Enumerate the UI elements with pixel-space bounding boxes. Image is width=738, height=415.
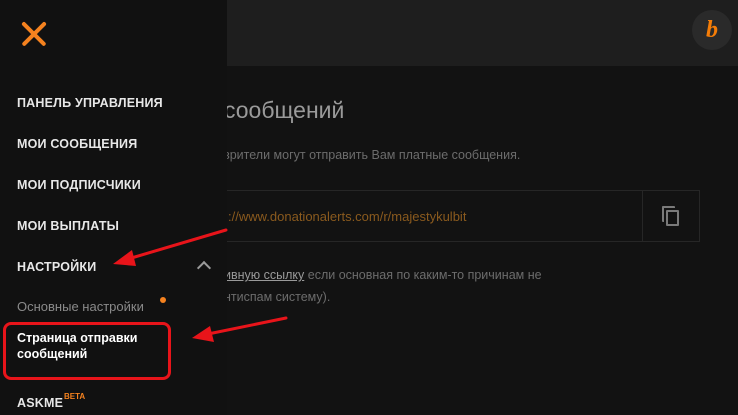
alt-link[interactable]: ивную ссылку	[224, 268, 304, 282]
sidebar-item-subscribers[interactable]: МОИ ПОДПИСЧИКИ	[17, 178, 141, 192]
sidebar-subitem-general-settings[interactable]: Основные настройки	[17, 299, 144, 314]
alt-link-note-text: если основная по каким-то причинам не	[304, 268, 542, 282]
donation-link-box: ://www.donationalerts.com/r/majestykulbi…	[224, 190, 700, 242]
page-description: зрители могут отправить Вам платные сооб…	[224, 148, 521, 162]
notification-dot	[160, 297, 166, 303]
copy-button[interactable]	[642, 191, 699, 241]
chevron-up-icon[interactable]	[196, 260, 212, 276]
brand-logo[interactable]: b	[692, 10, 732, 50]
highlight-box	[3, 322, 171, 380]
beta-badge: BETA	[64, 392, 86, 401]
sidebar-item-askme[interactable]: ASKME	[17, 396, 63, 410]
sidebar-item-dashboard[interactable]: ПАНЕЛЬ УПРАВЛЕНИЯ	[17, 96, 163, 110]
alt-link-note-line2: нтиспам систему).	[224, 290, 331, 304]
alt-link-note: ивную ссылку если основная по каким-то п…	[224, 268, 542, 282]
page-title: сообщений	[224, 97, 345, 123]
brand-letter: b	[706, 16, 718, 43]
sidebar-item-payouts[interactable]: МОИ ВЫПЛАТЫ	[17, 219, 119, 233]
sidebar-item-messages[interactable]: МОИ СООБЩЕНИЯ	[17, 137, 137, 151]
sidebar-item-settings[interactable]: НАСТРОЙКИ	[17, 260, 96, 274]
close-icon[interactable]	[20, 20, 48, 48]
donation-link[interactable]: ://www.donationalerts.com/r/majestykulbi…	[228, 209, 466, 224]
copy-icon	[662, 206, 680, 226]
